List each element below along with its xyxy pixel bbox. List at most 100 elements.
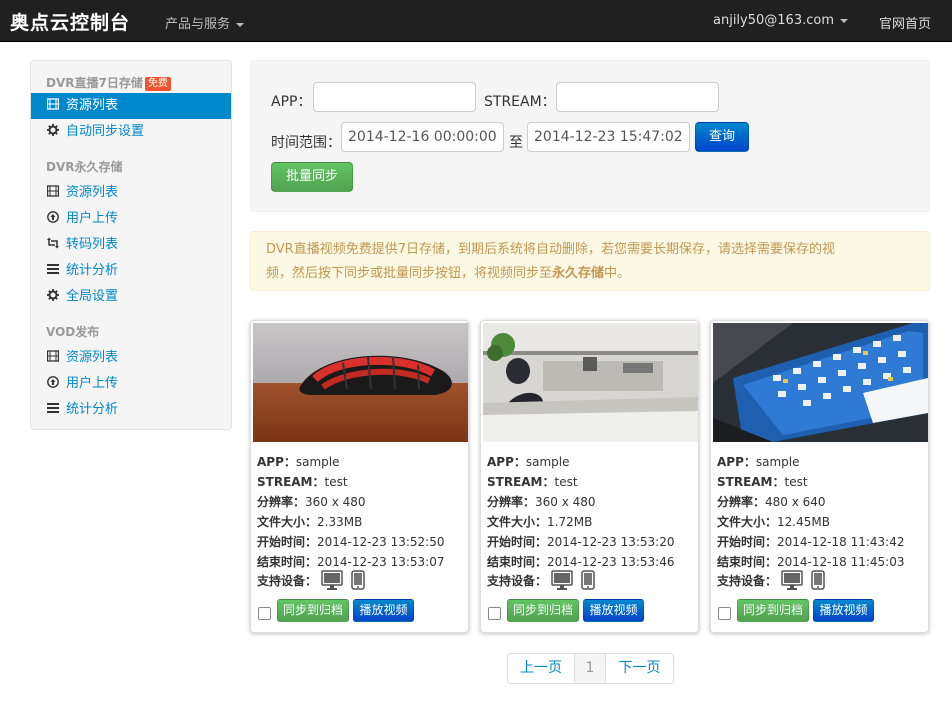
current-page: 1 <box>575 654 606 683</box>
sidebar: DVR直播7日存储 免费 资源列表 自动同步设置 DVR永久存储 资源列表 用户上… <box>30 60 232 430</box>
next-page-button[interactable]: 下一页 <box>606 654 673 683</box>
stream-label: STREAM： <box>484 94 556 110</box>
sync-to-archive-button[interactable]: 同步到归档 <box>737 599 809 622</box>
stream-key: STREAM： <box>487 475 555 489</box>
sidebar-item-auto-sync[interactable]: 自动同步设置 <box>31 119 231 145</box>
section-dvr7-header: DVR直播7日存储 免费 <box>46 74 171 91</box>
prev-page-button[interactable]: 上一页 <box>508 654 575 683</box>
batch-sync-button[interactable]: 批量同步 <box>271 162 353 192</box>
end-time-key: 结束时间： <box>717 555 778 569</box>
stream-value: test <box>554 475 578 489</box>
start-time-input[interactable] <box>341 122 504 152</box>
section-dvr7-title: DVR直播7日存储 <box>46 76 143 90</box>
video-thumbnail[interactable] <box>713 323 928 442</box>
video-info: APP：sample STREAM：test 分辨率：360 x 480 文件大… <box>257 452 444 572</box>
start-time-value: 2014-12-18 11:43:42 <box>777 535 905 549</box>
section-dvr-perm-title: DVR永久存储 <box>46 160 123 174</box>
stream-key: STREAM： <box>257 475 325 489</box>
app-label: APP： <box>271 94 312 110</box>
play-video-button[interactable]: 播放视频 <box>583 599 644 622</box>
start-time-key: 开始时间： <box>717 535 778 549</box>
stream-input[interactable] <box>556 82 719 112</box>
office-thumbnail-image <box>483 323 698 442</box>
resolution-key: 分辨率： <box>257 495 306 509</box>
sidebar-item-perm-stats[interactable]: 统计分析 <box>31 258 231 284</box>
sidebar-item-perm-resources[interactable]: 资源列表 <box>31 180 231 206</box>
film-icon <box>47 350 59 362</box>
sync-to-archive-button[interactable]: 同步到归档 <box>507 599 579 622</box>
home-link[interactable]: 官网首页 <box>879 13 931 32</box>
video-info: APP：sample STREAM：test 分辨率：480 x 640 文件大… <box>717 452 904 572</box>
video-card: APP：sample STREAM：test 分辨率：360 x 480 文件大… <box>480 320 699 633</box>
upload-icon <box>47 376 59 388</box>
gear-icon <box>47 289 59 301</box>
alert-line-2-text: 频，然后按下同步或批量同步按钮，将视频同步至 <box>266 266 553 281</box>
video-info: APP：sample STREAM：test 分辨率：360 x 480 文件大… <box>487 452 674 572</box>
video-thumbnail[interactable] <box>483 323 698 442</box>
devices-row: 支持设备： <box>487 570 596 592</box>
app-key: APP： <box>717 455 756 469</box>
caret-down-icon <box>236 22 245 27</box>
end-time-input[interactable] <box>527 122 690 152</box>
sidebar-item-vod-resources[interactable]: 资源列表 <box>31 345 231 371</box>
play-video-button[interactable]: 播放视频 <box>813 599 874 622</box>
video-card: APP：sample STREAM：test 分辨率：480 x 640 文件大… <box>710 320 929 633</box>
stream-key: STREAM： <box>717 475 785 489</box>
sidebar-item-perm-upload[interactable]: 用户上传 <box>31 206 231 232</box>
query-button[interactable]: 查询 <box>695 122 749 152</box>
to-label: 至 <box>509 135 523 151</box>
sidebar-item-label: 用户上传 <box>66 211 119 226</box>
sidebar-item-vod-stats[interactable]: 统计分析 <box>31 397 231 423</box>
app-key: APP： <box>487 455 526 469</box>
play-video-button[interactable]: 播放视频 <box>353 599 414 622</box>
devices-key: 支持设备： <box>717 574 778 588</box>
alert-emphasis: 永久存储 <box>552 266 605 281</box>
video-thumbnail[interactable] <box>253 323 468 442</box>
sidebar-item-label: 统计分析 <box>66 402 119 417</box>
products-menu[interactable]: 产品与服务 <box>165 13 245 32</box>
film-icon <box>47 98 59 110</box>
alert-line-2: 频，然后按下同步或批量同步按钮，将视频同步至永久存储中。 <box>266 262 914 286</box>
end-time-key: 结束时间： <box>487 555 548 569</box>
brand-title[interactable]: 奥点云控制台 <box>10 8 130 35</box>
top-navbar: 奥点云控制台 产品与服务 anjily50@163.com 官网首页 <box>0 0 952 42</box>
list-icon <box>47 264 59 274</box>
sync-to-archive-button[interactable]: 同步到归档 <box>277 599 349 622</box>
pagination: 上一页 1 下一页 <box>507 653 674 684</box>
start-time-key: 开始时间： <box>487 535 548 549</box>
end-time-value: 2014-12-23 13:53:07 <box>317 555 445 569</box>
resolution-value: 480 x 640 <box>765 495 826 509</box>
sidebar-item-label: 用户上传 <box>66 376 119 391</box>
alert-line-2-end: 中。 <box>604 266 631 281</box>
info-alert: DVR直播视频免费提供7日存储，到期后系统将自动删除，若您需要长期保存，请选择需… <box>250 231 930 291</box>
helmet-thumbnail-image <box>253 323 468 442</box>
devices-key: 支持设备： <box>487 574 548 588</box>
section-vod-title: VOD发布 <box>46 325 100 339</box>
app-value: sample <box>755 455 800 469</box>
sidebar-item-label: 资源列表 <box>66 98 119 113</box>
app-key: APP： <box>257 455 296 469</box>
file-size-key: 文件大小： <box>487 515 548 529</box>
sidebar-item-label: 资源列表 <box>66 185 119 200</box>
sidebar-item-label: 统计分析 <box>66 263 119 278</box>
user-email: anjily50@163.com <box>713 13 834 28</box>
user-menu[interactable]: anjily50@163.com <box>713 13 848 28</box>
sidebar-item-global-settings[interactable]: 全局设置 <box>31 284 231 310</box>
products-menu-label: 产品与服务 <box>165 17 231 32</box>
end-time-key: 结束时间： <box>257 555 318 569</box>
resolution-key: 分辨率： <box>487 495 536 509</box>
file-size-value: 12.45MB <box>777 515 830 529</box>
select-checkbox[interactable] <box>258 607 271 620</box>
caret-down-icon <box>840 18 848 23</box>
sidebar-item-label: 转码列表 <box>66 237 119 252</box>
sidebar-item-vod-upload[interactable]: 用户上传 <box>31 371 231 397</box>
file-size-value: 2.33MB <box>317 515 363 529</box>
monitor-icon <box>321 570 343 590</box>
sidebar-item-dvr7-resources[interactable]: 资源列表 <box>31 93 231 119</box>
select-checkbox[interactable] <box>718 607 731 620</box>
monitor-icon <box>551 570 573 590</box>
app-input[interactable] <box>313 82 476 112</box>
mobile-phone-icon <box>351 570 366 590</box>
select-checkbox[interactable] <box>488 607 501 620</box>
sidebar-item-transcode[interactable]: 转码列表 <box>31 232 231 258</box>
